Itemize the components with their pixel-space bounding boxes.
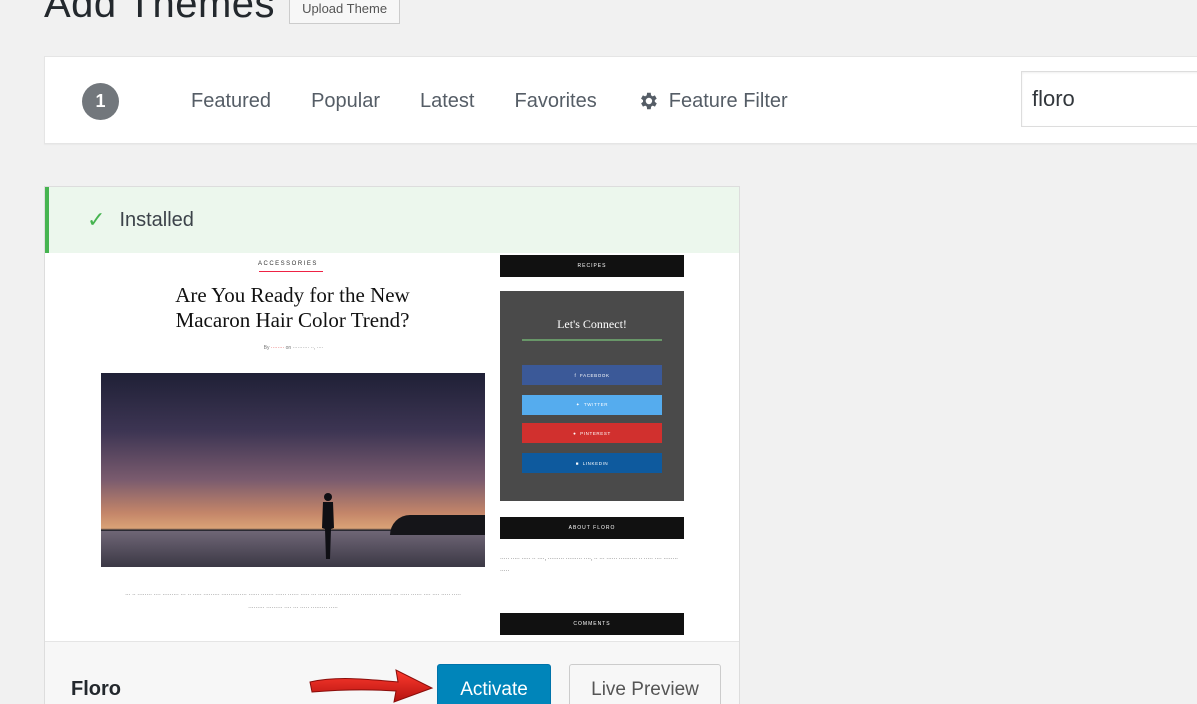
sidebar-about-text: ····· ····· ····· ·· ····, ········· ···… bbox=[500, 556, 678, 574]
pinterest-button-preview: ● PINTEREST bbox=[522, 423, 662, 443]
theme-search-input[interactable] bbox=[1021, 71, 1197, 127]
sidebar-about-header: ABOUT FLORO bbox=[500, 517, 684, 539]
theme-card[interactable]: ✓ Installed ACCESSORIES Are You Ready fo… bbox=[44, 186, 740, 704]
linkedin-button-preview: ■ LINKEDIN bbox=[522, 453, 662, 473]
red-arrow-annotation bbox=[309, 669, 434, 703]
screenshot-divider bbox=[259, 271, 323, 272]
screenshot-hero-image bbox=[101, 373, 485, 567]
screenshot-excerpt: ··· ·· ········ ···· ········· ··· ·· ··… bbox=[125, 592, 461, 611]
facebook-button-preview: f FACEBOOK bbox=[522, 365, 662, 385]
filter-featured-link[interactable]: Featured bbox=[191, 90, 271, 113]
screenshot-category: ACCESSORIES bbox=[258, 261, 318, 267]
page-title: Add Themes bbox=[44, 0, 276, 26]
page-header: Add Themes Upload Theme bbox=[44, 0, 401, 27]
feature-filter-button[interactable]: Feature Filter bbox=[637, 90, 788, 113]
activate-button[interactable]: Activate bbox=[437, 664, 551, 704]
sidebar-connect-widget: Let's Connect! f FACEBOOK ✦ TWITTER ● PI… bbox=[500, 291, 684, 501]
upload-theme-button[interactable]: Upload Theme bbox=[289, 0, 401, 24]
filter-popular-link[interactable]: Popular bbox=[311, 90, 380, 113]
live-preview-button[interactable]: Live Preview bbox=[569, 664, 721, 704]
sidebar-recipes-header: RECIPES bbox=[500, 255, 684, 277]
filter-latest-link[interactable]: Latest bbox=[420, 90, 474, 113]
sidebar-comments-header: COMMENTS bbox=[500, 613, 684, 635]
theme-screenshot[interactable]: ACCESSORIES Are You Ready for the New Ma… bbox=[45, 253, 739, 641]
screenshot-post-title: Are You Ready for the New Macaron Hair C… bbox=[175, 283, 410, 332]
theme-filter-bar: 1 Featured Popular Latest Favorites Feat… bbox=[44, 56, 1197, 144]
checkmark-icon: ✓ bbox=[87, 207, 106, 232]
gear-icon bbox=[640, 92, 657, 110]
theme-count-badge: 1 bbox=[82, 83, 119, 120]
filter-favorites-link[interactable]: Favorites bbox=[514, 90, 596, 113]
theme-name: Floro bbox=[71, 678, 121, 700]
filter-links: Featured Popular Latest Favorites Featur… bbox=[191, 57, 788, 145]
twitter-button-preview: ✦ TWITTER bbox=[522, 395, 662, 415]
installed-notice: ✓ Installed bbox=[45, 187, 739, 253]
installed-label: Installed bbox=[119, 208, 194, 231]
connect-title: Let's Connect! bbox=[557, 317, 627, 331]
screenshot-post-meta: By ········ on ·········· ··, ···· bbox=[263, 345, 324, 351]
feature-filter-label: Feature Filter bbox=[668, 89, 788, 112]
